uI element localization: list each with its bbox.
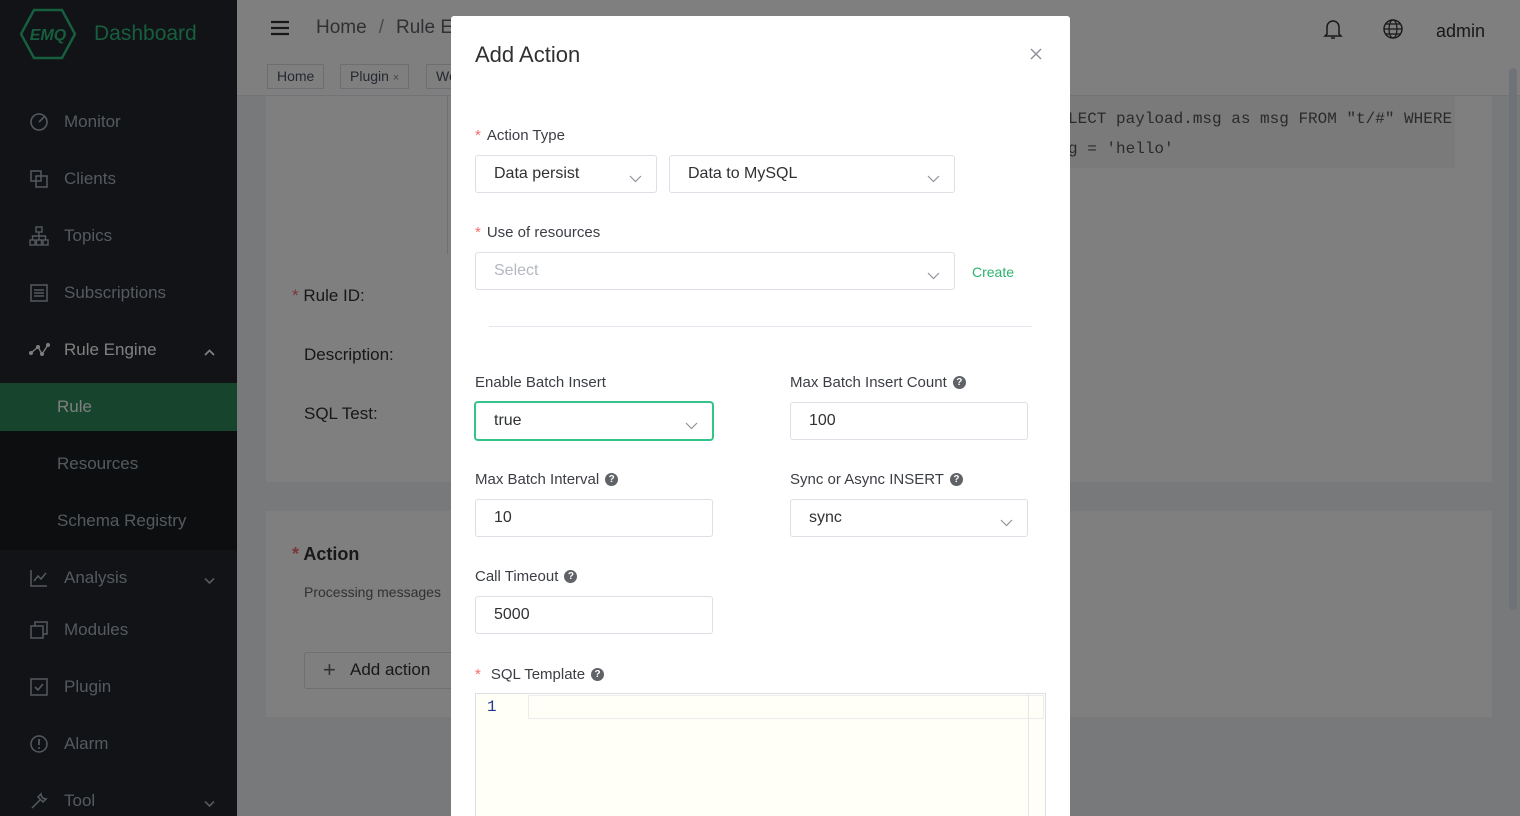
editor-gutter: 1	[476, 694, 528, 816]
call-timeout-label: Call Timeout?	[475, 568, 578, 585]
max-batch-interval-text: Max Batch Interval	[475, 471, 600, 488]
help-icon[interactable]: ?	[564, 570, 578, 583]
dialog-title: Add Action	[475, 42, 581, 67]
sql-template-editor[interactable]: 1	[475, 693, 1046, 816]
enable-batch-insert-select[interactable]: true	[475, 402, 713, 440]
editor-current-line[interactable]	[528, 695, 1044, 719]
call-timeout-value: 5000	[494, 606, 530, 623]
max-batch-interval-value: 10	[494, 509, 512, 526]
resource-select[interactable]: Select	[475, 252, 955, 290]
chevron-down-icon	[927, 267, 940, 285]
resource-placeholder: Select	[494, 262, 539, 279]
create-resource-link[interactable]: Create	[972, 264, 1014, 280]
add-action-dialog: Add Action * Action Type Data persist Dat…	[451, 16, 1070, 816]
help-icon[interactable]: ?	[952, 376, 966, 389]
sync-async-label: Sync or Async INSERT?	[790, 471, 963, 488]
max-batch-insert-count-label: Max Batch Insert Count?	[790, 374, 966, 391]
chevron-down-icon	[685, 417, 698, 435]
max-batch-interval-input[interactable]: 10	[475, 499, 713, 537]
sync-async-select[interactable]: sync	[790, 499, 1028, 537]
help-icon[interactable]: ?	[605, 473, 619, 486]
sync-async-text: Sync or Async INSERT	[790, 471, 944, 488]
divider	[489, 326, 1032, 327]
max-batch-insert-count-value: 100	[809, 412, 836, 429]
call-timeout-input[interactable]: 5000	[475, 596, 713, 634]
action-category-select[interactable]: Data persist	[475, 155, 657, 193]
enable-batch-insert-text: Enable Batch Insert	[475, 374, 606, 391]
sync-async-value: sync	[809, 509, 842, 526]
resources-text: Use of resources	[486, 224, 601, 241]
call-timeout-text: Call Timeout	[475, 568, 559, 585]
sql-template-text: SQL Template	[490, 666, 586, 683]
enable-batch-insert-value: true	[494, 412, 522, 429]
max-batch-insert-count-input[interactable]: 100	[790, 402, 1028, 440]
action-type-value: Data to MySQL	[688, 165, 798, 182]
required-mark: *	[475, 127, 481, 144]
close-icon[interactable]	[1028, 46, 1044, 62]
help-icon[interactable]: ?	[591, 668, 605, 681]
required-mark: *	[475, 224, 481, 241]
max-batch-interval-label: Max Batch Interval?	[475, 471, 619, 488]
editor-scrollbar	[1028, 694, 1029, 816]
sql-template-label: * SQL Template?	[475, 666, 605, 683]
action-category-value: Data persist	[494, 165, 580, 182]
line-number: 1	[487, 698, 497, 716]
action-type-text: Action Type	[486, 127, 565, 144]
action-type-select[interactable]: Data to MySQL	[669, 155, 955, 193]
resources-label: * Use of resources	[475, 224, 600, 241]
chevron-down-icon	[927, 170, 940, 188]
chevron-down-icon	[1000, 514, 1013, 532]
max-batch-insert-count-text: Max Batch Insert Count	[790, 374, 947, 391]
help-icon[interactable]: ?	[949, 473, 963, 486]
enable-batch-insert-label: Enable Batch Insert	[475, 374, 606, 391]
required-mark: *	[475, 666, 481, 683]
page-scrollbar[interactable]	[1509, 68, 1517, 610]
chevron-down-icon	[629, 170, 642, 188]
action-type-label: * Action Type	[475, 127, 565, 144]
